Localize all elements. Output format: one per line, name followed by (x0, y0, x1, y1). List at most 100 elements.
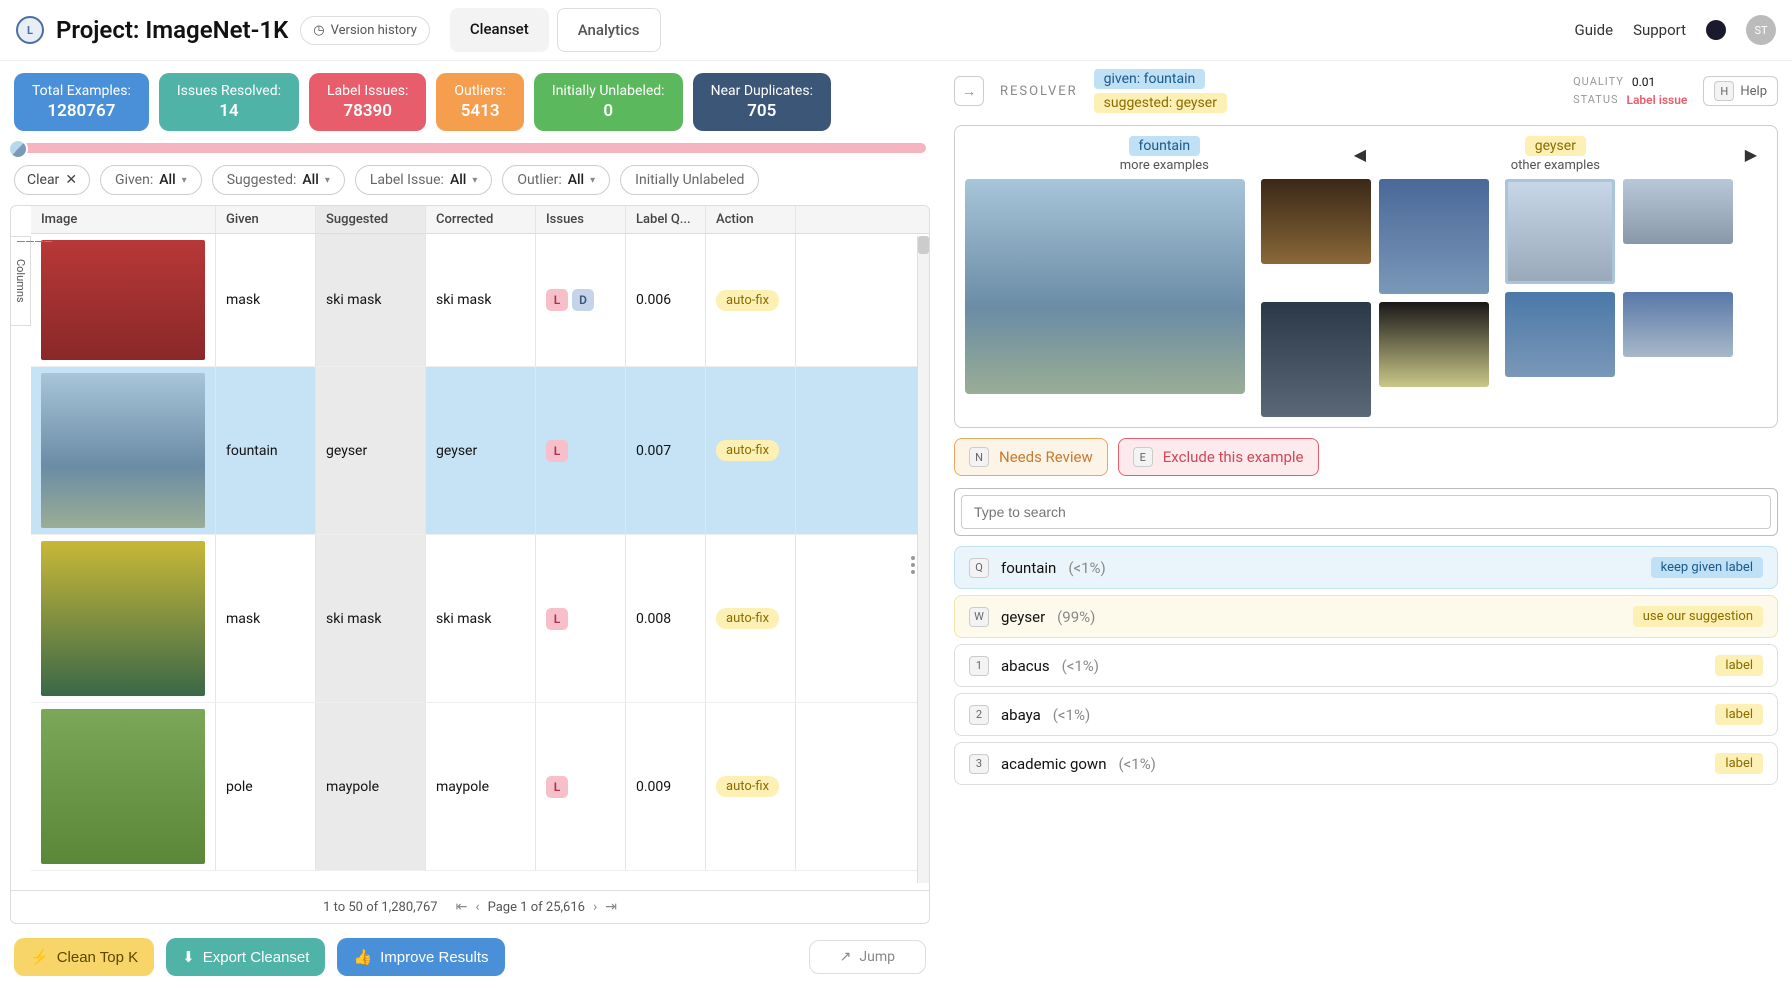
issue-badge-L: L (546, 440, 568, 462)
cell-corrected: geyser (426, 367, 536, 534)
progress-bar[interactable] (14, 143, 926, 153)
issue-badge-D: D (572, 289, 594, 311)
clear-filters-button[interactable]: Clear ✕ (14, 165, 90, 195)
cell-action: auto-fix (706, 234, 796, 366)
main-example-image[interactable] (965, 179, 1245, 394)
row-range: 1 to 50 of 1,280,767 (323, 900, 438, 915)
progress-marker-icon[interactable] (8, 139, 28, 159)
col-issues[interactable]: Issues (536, 206, 626, 233)
table-row[interactable]: fountain geyser geyser L 0.007 auto-fix (31, 367, 929, 535)
fountain-thumb[interactable] (1261, 302, 1371, 417)
label-option[interactable]: 3 academic gown (<1%) label (954, 742, 1778, 785)
user-avatar[interactable]: ST (1746, 15, 1776, 45)
next-example-button[interactable]: ▶ (1745, 145, 1757, 164)
more-icon[interactable] (911, 556, 915, 574)
prev-page-button[interactable]: ‹ (475, 899, 479, 915)
jump-button[interactable]: ↗ Jump (809, 940, 926, 974)
geyser-thumb[interactable] (1505, 179, 1615, 284)
cell-quality: 0.009 (626, 703, 706, 870)
cell-issues: L (536, 367, 626, 534)
cell-given: pole (216, 703, 316, 870)
chevron-down-icon: ▾ (182, 175, 187, 186)
columns-toggle[interactable]: Columns (11, 236, 31, 326)
row-thumbnail[interactable] (41, 709, 205, 864)
fountain-thumb[interactable] (1379, 179, 1489, 294)
col-suggested[interactable]: Suggested (316, 206, 426, 233)
guide-link[interactable]: Guide (1575, 21, 1614, 39)
label-option[interactable]: Q fountain (<1%) keep given label (954, 546, 1778, 589)
col-corrected[interactable]: Corrected (426, 206, 536, 233)
cell-corrected: ski mask (426, 535, 536, 702)
filter-given[interactable]: Given: All ▾ (100, 165, 202, 195)
filter-suggested[interactable]: Suggested: All ▾ (212, 165, 345, 195)
filter-outlier[interactable]: Outlier: All ▾ (502, 165, 610, 195)
cell-quality: 0.007 (626, 367, 706, 534)
tab-cleanset[interactable]: Cleanset (450, 8, 549, 52)
geyser-thumb[interactable] (1623, 179, 1733, 244)
exclude-example-button[interactable]: E Exclude this example (1118, 438, 1319, 476)
cell-issues: L (536, 535, 626, 702)
col-image[interactable]: Image (31, 206, 216, 233)
row-thumbnail[interactable] (41, 541, 205, 696)
stat-near-duplicates[interactable]: Near Duplicates: 705 (693, 73, 831, 131)
vertical-scrollbar[interactable] (917, 236, 929, 883)
fountain-thumb[interactable] (1379, 302, 1489, 387)
table-header: Image Given Suggested Corrected Issues L… (31, 206, 929, 234)
issue-badge-L: L (546, 289, 568, 311)
label-search-input[interactable] (961, 495, 1771, 529)
support-link[interactable]: Support (1633, 21, 1686, 39)
cell-given: mask (216, 535, 316, 702)
cell-issues: LD (536, 234, 626, 366)
cell-suggested: ski mask (316, 234, 426, 366)
prev-example-button[interactable]: ◀ (1354, 145, 1366, 164)
fountain-thumb[interactable] (1261, 179, 1371, 264)
compare-right-label: geyser (1525, 136, 1586, 156)
label-option[interactable]: W geyser (99%) use our suggestion (954, 595, 1778, 638)
stat-initially-unlabeled[interactable]: Initially Unlabeled: 0 (534, 73, 683, 131)
table-row[interactable]: mask ski mask ski mask L 0.008 auto-fix (31, 535, 929, 703)
row-thumbnail[interactable] (41, 373, 205, 528)
next-page-button[interactable]: › (593, 899, 597, 915)
label-option[interactable]: 1 abacus (<1%) label (954, 644, 1778, 687)
clean-top-k-button[interactable]: ⚡ Clean Top K (14, 938, 154, 976)
col-given[interactable]: Given (216, 206, 316, 233)
stat-issues-resolved[interactable]: Issues Resolved: 14 (159, 73, 299, 131)
filter-initially-unlabeled[interactable]: Initially Unlabeled (620, 165, 759, 195)
first-page-button[interactable]: ⇤ (456, 899, 468, 915)
improve-results-button[interactable]: 👍 Improve Results (337, 938, 504, 976)
chevron-down-icon: ▾ (472, 175, 477, 186)
stat-total-examples[interactable]: Total Examples: 1280767 (14, 73, 149, 131)
given-label-chip: given: fountain (1094, 69, 1206, 89)
tab-analytics[interactable]: Analytics (557, 8, 661, 52)
issue-badge-L: L (546, 776, 568, 798)
close-icon: ✕ (65, 172, 77, 188)
table-row[interactable]: mask ski mask ski mask LD 0.006 auto-fix (31, 234, 929, 367)
bolt-icon: ⚡ (30, 948, 49, 966)
geyser-thumb[interactable] (1623, 292, 1733, 357)
cell-corrected: maypole (426, 703, 536, 870)
col-action[interactable]: Action (706, 206, 796, 233)
cell-quality: 0.008 (626, 535, 706, 702)
version-history-button[interactable]: ◷ Version history (300, 16, 430, 45)
label-option[interactable]: 2 abaya (<1%) label (954, 693, 1778, 736)
compare-left-label: fountain (1129, 136, 1201, 156)
stat-label-issues[interactable]: Label Issues: 78390 (309, 73, 426, 131)
resolver-expand-button[interactable]: → (954, 76, 984, 106)
last-page-button[interactable]: ⇥ (605, 899, 617, 915)
row-thumbnail[interactable] (41, 240, 205, 360)
export-cleanset-button[interactable]: ⬇ Export Cleanset (166, 938, 325, 976)
page-indicator: Page 1 of 25,616 (488, 900, 585, 915)
filter-label-issue[interactable]: Label Issue: All ▾ (355, 165, 493, 195)
help-button[interactable]: H Help (1703, 76, 1778, 106)
drag-handle-icon (17, 241, 52, 242)
issue-badge-L: L (546, 608, 568, 630)
app-logo[interactable]: L (16, 16, 44, 44)
table-row[interactable]: pole maypole maypole L 0.009 auto-fix (31, 703, 929, 871)
geyser-thumb[interactable] (1505, 292, 1615, 377)
clock-icon: ◷ (313, 23, 324, 38)
cell-given: mask (216, 234, 316, 366)
needs-review-button[interactable]: N Needs Review (954, 438, 1108, 476)
theme-toggle-icon[interactable] (1706, 20, 1726, 40)
col-quality[interactable]: Label Q... (626, 206, 706, 233)
stat-outliers[interactable]: Outliers: 5413 (436, 73, 524, 131)
